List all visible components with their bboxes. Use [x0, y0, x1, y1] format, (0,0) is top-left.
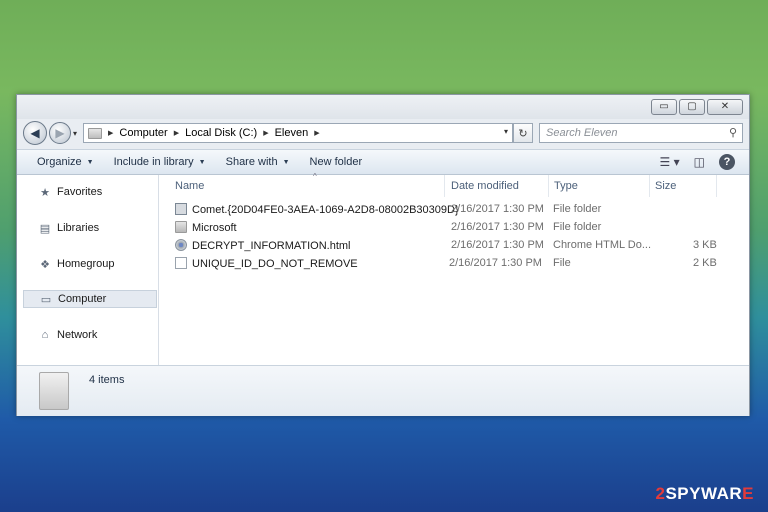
breadcrumb-local-disk[interactable]: Local Disk (C:)	[185, 127, 257, 139]
file-date: 2/16/2017 1:30 PM	[451, 203, 544, 215]
close-button[interactable]: ✕	[707, 99, 743, 115]
navigation-pane: ★ Favorites ▤ Libraries ❖ Homegroup ▭ Comput…	[17, 175, 159, 365]
preview-pane-icon[interactable]: ◫	[694, 155, 705, 169]
chrome-icon	[175, 239, 187, 251]
chevron-right-icon[interactable]: ▶	[263, 129, 268, 137]
file-type: File folder	[553, 203, 602, 215]
file-date: 2/16/2017 1:30 PM	[451, 239, 544, 251]
computer-icon: ▭	[40, 293, 52, 306]
minimize-button[interactable]: ▭	[651, 99, 677, 115]
control-panel-icon	[175, 203, 187, 215]
file-date: 2/16/2017 1:30 PM	[451, 221, 544, 233]
maximize-button[interactable]: ▢	[679, 99, 705, 115]
folder-icon	[88, 127, 102, 139]
search-icon[interactable]: ⚲	[729, 126, 737, 139]
homegroup-icon: ❖	[40, 258, 50, 271]
sidebar-item-libraries[interactable]: ▤ Libraries	[23, 219, 157, 237]
watermark-logo: 2SPYWARE	[655, 484, 754, 503]
refresh-button[interactable]: ↻	[513, 123, 533, 143]
address-bar[interactable]: ▶ Computer ▶ Local Disk (C:) ▶ Eleven ▶ …	[83, 123, 513, 143]
search-input[interactable]: Search Eleven ⚲	[539, 123, 743, 143]
chevron-down-icon: ▼	[86, 158, 94, 166]
include-in-library-menu[interactable]: Include in library ▼	[114, 156, 206, 168]
file-date: 2/16/2017 1:30 PM	[449, 257, 542, 269]
chevron-right-icon[interactable]: ▶	[314, 129, 319, 137]
file-type: File folder	[553, 221, 602, 233]
file-type: File	[553, 257, 571, 269]
chevron-right-icon[interactable]: ▶	[108, 129, 113, 137]
column-header-size[interactable]: Size	[651, 175, 717, 197]
breadcrumb-computer[interactable]: Computer	[119, 127, 167, 139]
file-icon	[175, 257, 187, 269]
share-with-menu[interactable]: Share with ▼	[226, 156, 290, 168]
table-row[interactable]: Microsoft 2/16/2017 1:30 PM File folder	[159, 219, 749, 237]
file-name: Comet.{20D04FE0-3AEA-1069-A2D8-08002B303…	[175, 203, 459, 216]
file-size: 2 KB	[693, 257, 717, 269]
network-icon: ⌂	[41, 329, 49, 341]
table-row[interactable]: UNIQUE_ID_DO_NOT_REMOVE 2/16/2017 1:30 P…	[159, 255, 749, 273]
sort-ascending-icon: ^	[313, 172, 317, 181]
folder-icon	[175, 221, 187, 233]
sidebar-item-homegroup[interactable]: ❖ Homegroup	[23, 255, 157, 273]
view-options-icon[interactable]: ☰ ▾	[660, 155, 680, 169]
organize-menu[interactable]: Organize ▼	[37, 156, 94, 168]
file-name: UNIQUE_ID_DO_NOT_REMOVE	[175, 257, 358, 270]
item-count: 4 items	[89, 374, 125, 386]
sidebar-item-network[interactable]: ⌂ Network	[23, 326, 157, 344]
file-name: Microsoft	[175, 221, 237, 234]
navigation-bar: ◀ ▶ ▾ ▶ Computer ▶ Local Disk (C:) ▶ Ele…	[17, 119, 749, 147]
back-arrow-icon: ◀	[30, 126, 40, 140]
chevron-down-icon: ▼	[198, 158, 206, 166]
details-pane: 4 items	[17, 365, 749, 416]
file-size: 3 KB	[693, 239, 717, 251]
file-name: DECRYPT_INFORMATION.html	[175, 239, 351, 252]
column-header-type[interactable]: Type	[550, 175, 650, 197]
library-icon: ▤	[39, 222, 51, 235]
sidebar-item-computer[interactable]: ▭ Computer	[23, 290, 157, 308]
explorer-window: ▭ ▢ ✕ ◀ ▶ ▾ ▶ Computer ▶ Local Disk (C:)…	[16, 94, 750, 416]
sidebar-item-favorites[interactable]: ★ Favorites	[23, 183, 157, 201]
table-row[interactable]: DECRYPT_INFORMATION.html 2/16/2017 1:30 …	[159, 237, 749, 255]
recent-pages-dropdown[interactable]: ▾	[73, 129, 77, 138]
refresh-icon: ↻	[518, 127, 528, 140]
forward-button[interactable]: ▶	[49, 122, 71, 144]
new-folder-button[interactable]: New folder	[310, 156, 363, 168]
search-placeholder: Search Eleven	[546, 127, 618, 139]
back-button[interactable]: ◀	[23, 121, 47, 145]
title-bar[interactable]: ▭ ▢ ✕	[17, 95, 749, 119]
help-icon[interactable]: ?	[719, 154, 735, 170]
star-icon: ★	[40, 186, 50, 199]
breadcrumb-eleven[interactable]: Eleven	[275, 127, 309, 139]
address-dropdown-icon[interactable]: ▾	[504, 127, 508, 136]
file-type: Chrome HTML Do...	[553, 239, 652, 251]
folder-icon	[39, 372, 69, 410]
command-bar: Organize ▼ Include in library ▼ Share with…	[17, 149, 749, 175]
forward-arrow-icon: ▶	[55, 126, 65, 140]
column-header-date[interactable]: Date modified	[447, 175, 549, 197]
chevron-right-icon[interactable]: ▶	[174, 129, 179, 137]
file-list: Name ^ Date modified Type Size Comet.{20…	[159, 172, 749, 365]
chevron-down-icon: ▼	[282, 158, 290, 166]
table-row[interactable]: Comet.{20D04FE0-3AEA-1069-A2D8-08002B303…	[159, 201, 749, 219]
column-header-name[interactable]: Name ^	[171, 172, 445, 197]
